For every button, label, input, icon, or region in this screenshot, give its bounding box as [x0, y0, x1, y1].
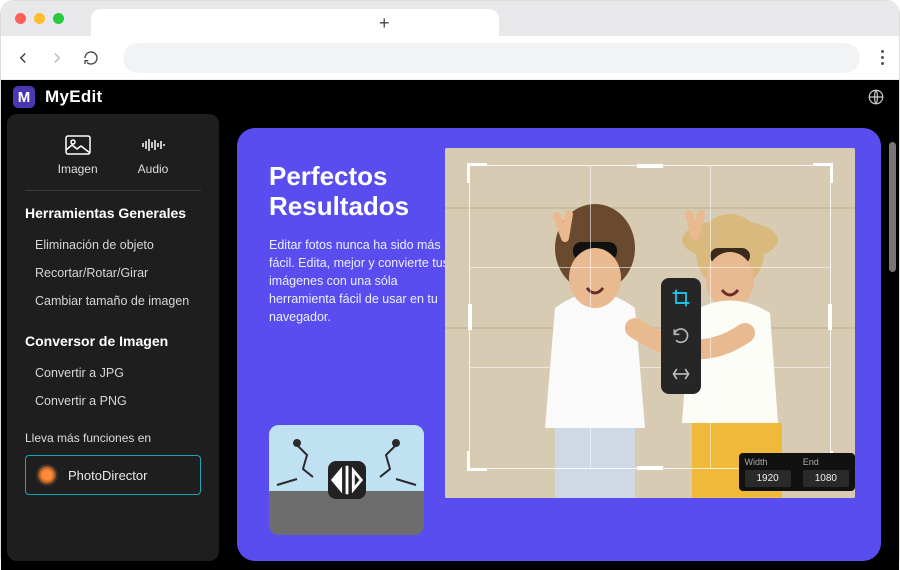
hero-title-line1: Perfectos [269, 161, 388, 191]
tool-convert-png[interactable]: Convertir a PNG [25, 387, 201, 415]
edit-toolbar [661, 278, 701, 394]
media-type-switch: Imagen Audio [25, 126, 201, 191]
crop-handle-tr[interactable] [813, 163, 833, 183]
image-icon [58, 134, 98, 156]
audio-icon [138, 134, 169, 156]
dimension-readout: Width 1920 End 1080 [739, 453, 856, 491]
close-window[interactable] [15, 13, 26, 24]
media-audio-label: Audio [138, 162, 169, 176]
app-logo[interactable]: M [13, 86, 35, 108]
vertical-scrollbar[interactable] [889, 142, 896, 272]
window-controls [15, 13, 64, 24]
tool-crop-rotate-flip[interactable]: Recortar/Rotar/Girar [25, 259, 201, 287]
new-tab-button[interactable]: + [379, 13, 390, 34]
end-label: End [803, 457, 849, 467]
section-image-converter: Conversor de Imagen [25, 333, 201, 349]
tool-convert-jpg[interactable]: Convertir a JPG [25, 359, 201, 387]
maximize-window[interactable] [53, 13, 64, 24]
main-area: Perfectos Resultados Editar fotos nunca … [219, 114, 899, 570]
app-brand: MyEdit [45, 87, 103, 107]
section-general-tools: Herramientas Generales [25, 205, 201, 221]
browser-menu-button[interactable] [876, 45, 889, 70]
crop-handle-bottom[interactable] [637, 466, 663, 470]
hero-title-line2: Resultados [269, 191, 409, 221]
promo-text: Lleva más funciones en [25, 431, 201, 445]
photodirector-label: PhotoDirector [68, 468, 147, 483]
tool-resize[interactable]: Cambiar tamaño de imagen [25, 287, 201, 315]
hero-body: Editar fotos nunca ha sido más fácil. Ed… [269, 236, 459, 327]
crop-handle-left[interactable] [468, 304, 472, 330]
media-audio-tab[interactable]: Audio [138, 134, 169, 176]
sidebar: Imagen Audio Herramientas Generales Elim… [7, 114, 219, 561]
crop-tool-icon[interactable] [669, 286, 693, 310]
browser-toolbar [1, 36, 899, 80]
crop-handle-tl[interactable] [467, 163, 487, 183]
crop-handle-top[interactable] [637, 164, 663, 168]
address-bar[interactable] [123, 43, 860, 73]
photodirector-icon [36, 464, 58, 486]
flip-icon [328, 461, 366, 499]
browser-tab-strip: + [1, 1, 899, 36]
reload-button[interactable] [79, 46, 103, 70]
end-value[interactable]: 1080 [803, 470, 849, 487]
rotate-tool-icon[interactable] [669, 324, 693, 348]
back-button[interactable] [11, 46, 35, 70]
crop-overlay[interactable] [470, 166, 830, 468]
crop-handle-right[interactable] [828, 304, 832, 330]
forward-button[interactable] [45, 46, 69, 70]
width-label: Width [745, 457, 791, 467]
media-image-label: Imagen [58, 162, 98, 176]
crop-handle-bl[interactable] [467, 451, 487, 471]
photodirector-button[interactable]: PhotoDirector [25, 455, 201, 495]
mirror-preview [269, 425, 424, 535]
language-button[interactable] [865, 86, 887, 108]
active-tab[interactable] [91, 9, 499, 36]
edit-photo [445, 148, 855, 498]
app-header: M MyEdit [1, 80, 899, 114]
app-root: M MyEdit Imagen Audio [1, 80, 899, 570]
tool-remove-object[interactable]: Eliminación de objeto [25, 231, 201, 259]
hero-canvas: Perfectos Resultados Editar fotos nunca … [237, 128, 881, 561]
media-image-tab[interactable]: Imagen [58, 134, 98, 176]
width-value[interactable]: 1920 [745, 470, 791, 487]
flip-tool-icon[interactable] [669, 362, 693, 386]
minimize-window[interactable] [34, 13, 45, 24]
